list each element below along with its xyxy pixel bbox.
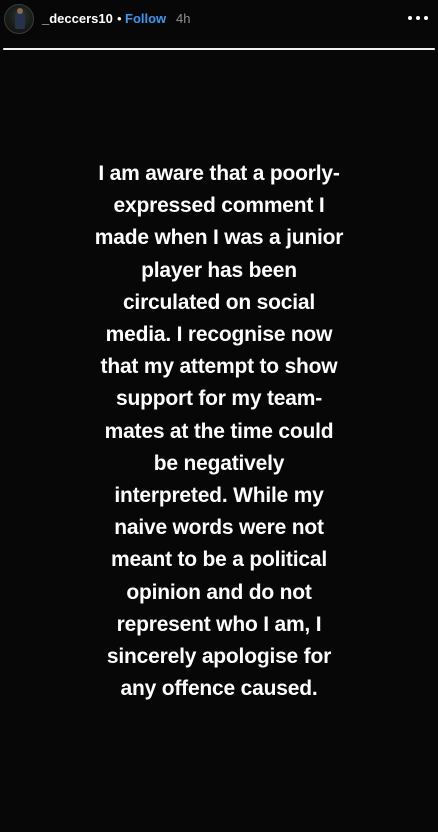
follow-button[interactable]: Follow	[125, 10, 166, 27]
post-time: 4h	[176, 11, 191, 26]
profile-avatar[interactable]	[4, 4, 34, 34]
more-dot	[416, 16, 420, 20]
avatar-head	[17, 8, 23, 14]
story-progress-bar	[3, 48, 435, 50]
more-dot	[424, 16, 428, 20]
more-options-icon[interactable]	[404, 6, 432, 30]
story-viewer[interactable]: _deccers10 • Follow 4h I am aware that a…	[0, 0, 438, 832]
story-progress-fill	[3, 48, 435, 50]
header-separator: •	[117, 11, 122, 26]
more-dot	[408, 16, 412, 20]
story-text: I am aware that a poorly- expressed comm…	[94, 162, 344, 701]
username[interactable]: _deccers10	[42, 10, 113, 27]
story-header: _deccers10 • Follow 4h	[0, 0, 438, 40]
